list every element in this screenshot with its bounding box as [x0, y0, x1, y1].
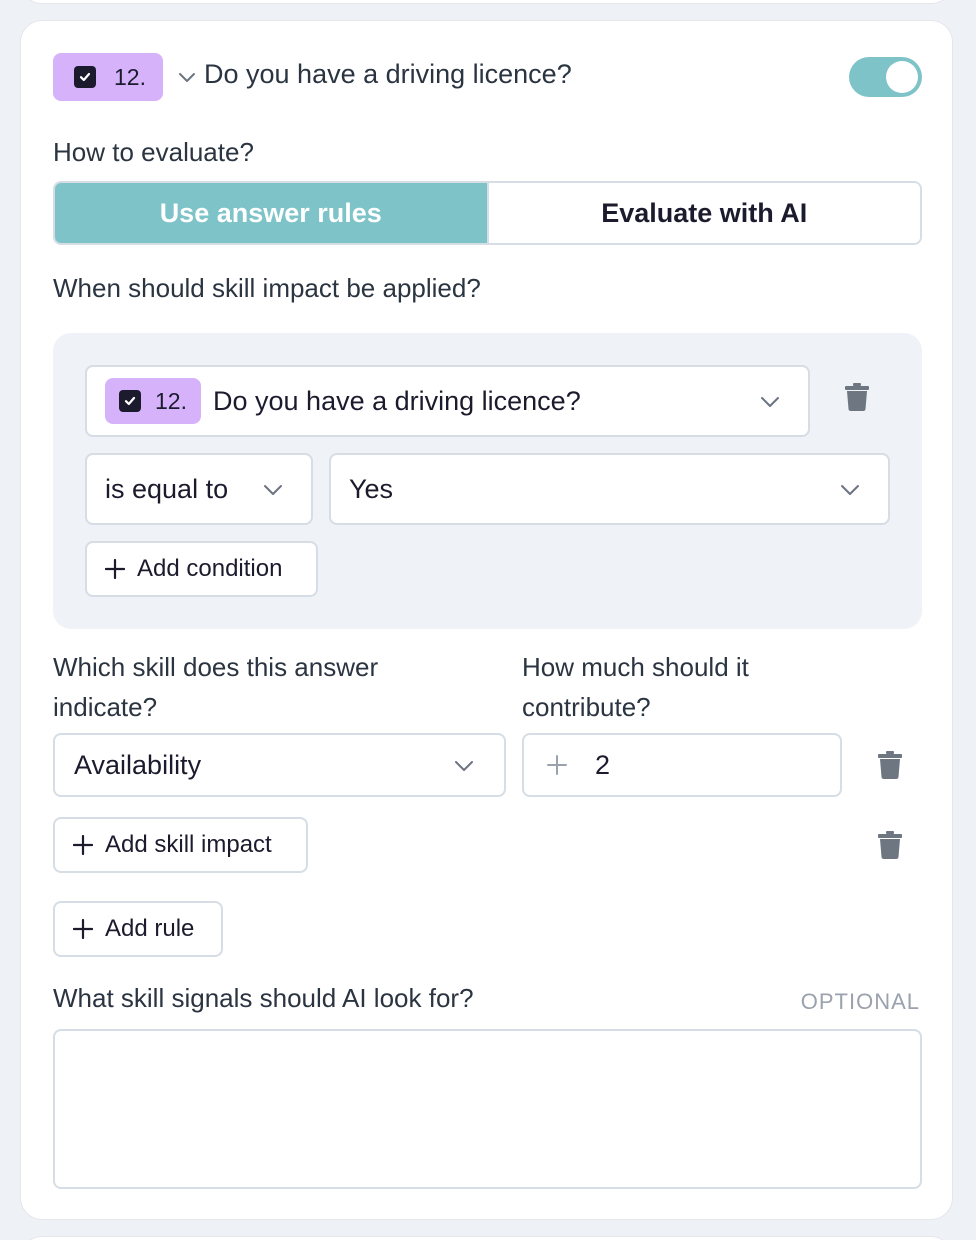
- condition-value-select[interactable]: Yes: [329, 453, 890, 525]
- trash-icon[interactable]: [878, 751, 902, 779]
- question-number-badge: 12.: [53, 53, 163, 101]
- optional-badge: OPTIONAL: [800, 989, 920, 1014]
- plus-icon: [105, 559, 125, 579]
- condition-question-select[interactable]: 12. Do you have a driving licence?: [85, 365, 810, 437]
- skill-value: Availability: [74, 749, 202, 780]
- chevron-down-icon: [455, 761, 473, 771]
- condition-operator-select[interactable]: is equal to: [85, 453, 313, 525]
- chevron-down-icon: [761, 397, 779, 407]
- contribution-label: How much should it contribute?: [522, 652, 749, 722]
- add-condition-button[interactable]: Add condition: [85, 541, 318, 597]
- checkbox-icon: [119, 390, 141, 412]
- condition-question-title: Do you have a driving licence?: [213, 385, 581, 416]
- next-question-card: [20, 1236, 953, 1240]
- evaluate-with-ai-button[interactable]: Evaluate with AI: [486, 183, 920, 243]
- condition-operator-value: is equal to: [105, 473, 229, 504]
- question-title: Do you have a driving licence?: [204, 59, 572, 89]
- plus-icon: [547, 755, 567, 775]
- plus-icon: [73, 835, 93, 855]
- add-rule-label: Add rule: [105, 915, 195, 942]
- evaluate-mode-segmented-control: Use answer rules Evaluate with AI: [53, 181, 922, 245]
- checkbox-icon: [74, 66, 96, 88]
- add-skill-impact-label: Add skill impact: [105, 831, 272, 858]
- previous-question-card: [20, 0, 953, 4]
- ai-signals-label: What skill signals should AI look for?: [53, 983, 474, 1013]
- add-condition-label: Add condition: [137, 555, 283, 582]
- chevron-down-icon[interactable]: [178, 70, 196, 84]
- condition-question-badge: 12.: [105, 378, 201, 424]
- contribution-input[interactable]: 2: [522, 733, 842, 797]
- skill-label: Which skill does this answer indicate?: [53, 652, 379, 722]
- add-rule-button[interactable]: Add rule: [53, 901, 223, 957]
- evaluate-label: How to evaluate?: [53, 137, 254, 167]
- toggle-knob: [886, 61, 918, 93]
- condition-value: Yes: [349, 473, 394, 504]
- trash-icon[interactable]: [878, 831, 902, 859]
- rules-label: When should skill impact be applied?: [53, 273, 481, 303]
- question-number: 12.: [114, 63, 146, 90]
- question-card: 12. Do you have a driving licence? How t…: [20, 20, 953, 1220]
- condition-panel: 12. Do you have a driving licence? is eq…: [53, 333, 922, 629]
- use-answer-rules-button[interactable]: Use answer rules: [55, 183, 487, 243]
- ai-signals-textarea[interactable]: [53, 1029, 922, 1189]
- trash-icon[interactable]: [845, 383, 869, 411]
- chevron-down-icon: [264, 485, 282, 495]
- chevron-down-icon: [841, 485, 859, 495]
- condition-question-number: 12.: [155, 387, 187, 414]
- contribution-value: 2: [595, 749, 611, 780]
- add-skill-impact-button[interactable]: Add skill impact: [53, 817, 308, 873]
- skill-select[interactable]: Availability: [53, 733, 506, 797]
- plus-icon: [73, 919, 93, 939]
- question-enabled-toggle[interactable]: [849, 57, 922, 97]
